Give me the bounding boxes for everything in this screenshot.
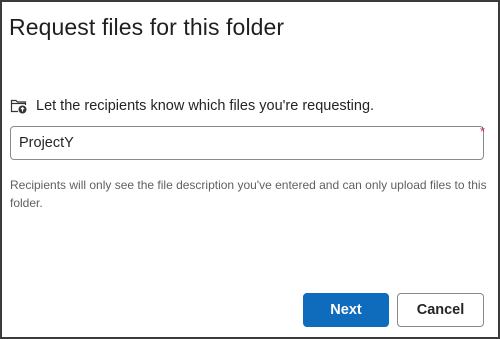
cancel-button[interactable]: Cancel	[397, 293, 484, 327]
instruction-text: Let the recipients know which files you'…	[36, 98, 375, 114]
request-files-dialog: Request files for this folder Let the re…	[0, 0, 500, 339]
instruction-row: Let the recipients know which files you'…	[10, 98, 374, 114]
dialog-title: Request files for this folder	[9, 14, 285, 40]
next-button[interactable]: Next	[303, 293, 389, 327]
file-description-input[interactable]	[10, 126, 484, 160]
required-marker: *	[480, 124, 486, 139]
description-field-wrap	[10, 126, 484, 160]
helper-text: Recipients will only see the file descri…	[10, 178, 487, 210]
folder-upload-icon	[10, 98, 28, 114]
